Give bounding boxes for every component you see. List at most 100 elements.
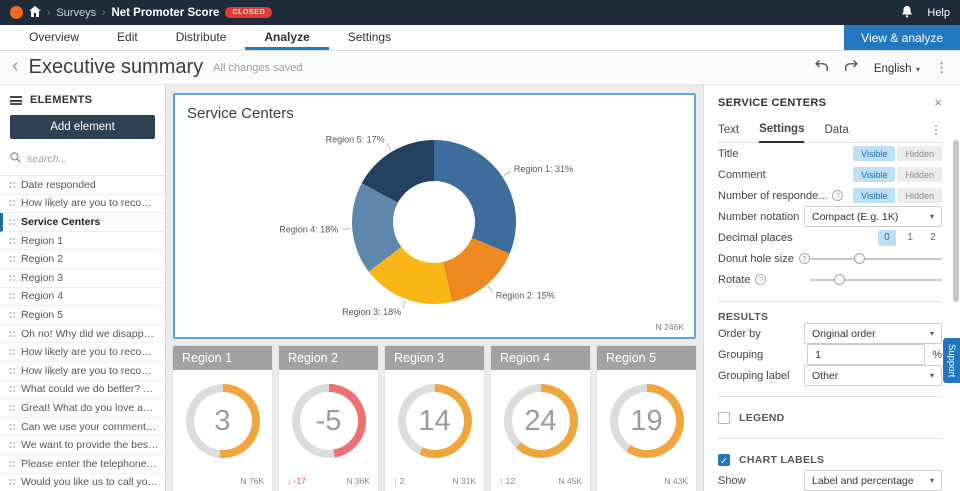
- usabilla-logo-icon[interactable]: [10, 6, 23, 19]
- score-card-region-2[interactable]: Region 2 -5 ↓ -17 N 36K: [279, 346, 378, 491]
- decimal-option-2[interactable]: 2: [924, 230, 942, 246]
- language-selector[interactable]: English ▾: [874, 59, 920, 77]
- drag-handle-icon[interactable]: [8, 477, 15, 488]
- list-item[interactable]: How likely are you to recommen...: [0, 362, 165, 381]
- show-select[interactable]: Label and percentage ▾: [804, 470, 942, 491]
- list-item[interactable]: Would you like us to call you dur...: [0, 474, 165, 491]
- grouping-label-select[interactable]: Other ▾: [804, 365, 942, 386]
- hidden-option[interactable]: Hidden: [897, 188, 942, 203]
- tab-analyze[interactable]: Analyze: [245, 25, 328, 50]
- list-item[interactable]: Region 4: [0, 288, 165, 307]
- drag-handle-icon[interactable]: [8, 347, 15, 358]
- elements-sidebar: ELEMENTS Add element Date responded How …: [0, 85, 166, 491]
- hidden-option[interactable]: Hidden: [897, 167, 942, 182]
- rotate-slider[interactable]: [810, 269, 942, 290]
- chevron-down-icon: ▾: [929, 476, 934, 485]
- hamburger-icon[interactable]: [10, 95, 22, 105]
- scrollbar-thumb[interactable]: [953, 140, 959, 302]
- tab-overview[interactable]: Overview: [10, 25, 98, 50]
- donut-label: Region 3: 18%: [342, 307, 401, 317]
- hidden-option[interactable]: Hidden: [897, 146, 942, 161]
- chart-title: Service Centers: [187, 105, 294, 122]
- drag-handle-icon[interactable]: [8, 291, 15, 302]
- nps-gauge: -5: [291, 384, 366, 458]
- number-notation-select[interactable]: Compact (E.g. 1K) ▾: [804, 206, 942, 227]
- notifications-bell-icon[interactable]: [901, 5, 913, 21]
- decimal-option-0[interactable]: 0: [878, 229, 896, 246]
- home-icon[interactable]: [29, 5, 41, 20]
- back-chevron-icon[interactable]: ‹: [12, 56, 19, 76]
- label-leader-line: [402, 300, 406, 309]
- panel-tab-text[interactable]: Text: [718, 119, 739, 142]
- setting-label: Show: [718, 474, 746, 487]
- score-card-region-4[interactable]: Region 4 24 ↑ 12 N 45K: [491, 346, 590, 491]
- panel-tab-settings[interactable]: Settings: [759, 118, 805, 143]
- drag-handle-icon[interactable]: [8, 402, 15, 413]
- score-card-region-3[interactable]: Region 3 14 ↑ 2 N 31K: [385, 346, 484, 491]
- slider-thumb[interactable]: [834, 274, 846, 285]
- list-item-selected[interactable]: Service Centers: [0, 213, 165, 232]
- tab-distribute[interactable]: Distribute: [157, 25, 246, 50]
- visible-option[interactable]: Visible: [853, 146, 896, 161]
- panel-overflow-menu-icon[interactable]: ⋮: [930, 123, 942, 137]
- drag-handle-icon[interactable]: [8, 328, 15, 339]
- help-tooltip-icon[interactable]: ?: [832, 190, 844, 201]
- grouping-input[interactable]: [807, 344, 926, 365]
- redo-icon[interactable]: [844, 59, 859, 77]
- list-item[interactable]: Please enter the telephone num...: [0, 455, 165, 474]
- donut-segment[interactable]: [434, 140, 516, 254]
- search-input[interactable]: [27, 153, 155, 165]
- visible-option[interactable]: Visible: [853, 167, 896, 182]
- drag-handle-icon[interactable]: [8, 365, 15, 376]
- help-tooltip-icon[interactable]: ?: [755, 274, 767, 285]
- chart-labels-checkbox[interactable]: ✓: [718, 453, 730, 466]
- legend-checkbox[interactable]: [718, 411, 730, 424]
- drag-handle-icon[interactable]: [8, 235, 15, 246]
- drag-handle-icon[interactable]: [8, 198, 15, 209]
- tab-settings[interactable]: Settings: [329, 25, 410, 50]
- drag-handle-icon[interactable]: [8, 254, 15, 265]
- list-item[interactable]: Oh no! Why did we disappoint y...: [0, 325, 165, 344]
- add-element-button[interactable]: Add element: [10, 115, 155, 139]
- donut-hole-slider[interactable]: [810, 248, 942, 269]
- close-icon[interactable]: ×: [934, 95, 942, 110]
- order-by-select[interactable]: Original order ▾: [804, 323, 942, 344]
- list-item[interactable]: We want to provide the best pos...: [0, 436, 165, 455]
- list-item[interactable]: Region 5: [0, 306, 165, 325]
- tab-edit[interactable]: Edit: [98, 25, 157, 50]
- panel-tab-data[interactable]: Data: [824, 119, 848, 142]
- drag-handle-icon[interactable]: [8, 216, 15, 227]
- view-and-analyze-button[interactable]: View & analyze: [844, 25, 960, 50]
- list-item[interactable]: Region 3: [0, 269, 165, 288]
- list-item[interactable]: How likely are you to recommen...: [0, 195, 165, 214]
- breadcrumb-surveys[interactable]: Surveys: [56, 7, 96, 19]
- drag-handle-icon[interactable]: [8, 458, 15, 469]
- support-tab[interactable]: Support: [943, 338, 960, 383]
- list-item[interactable]: Great! What do you love about o...: [0, 399, 165, 418]
- list-item[interactable]: Region 1: [0, 232, 165, 251]
- list-item[interactable]: Can we use your comment as a ...: [0, 418, 165, 437]
- drag-handle-icon[interactable]: [8, 272, 15, 283]
- label-leader-line: [342, 228, 351, 230]
- list-item[interactable]: What could we do better? How ...: [0, 381, 165, 400]
- list-item[interactable]: Date responded: [0, 176, 165, 195]
- undo-icon[interactable]: [814, 59, 829, 77]
- list-item[interactable]: How likely are you to recommen...: [0, 343, 165, 362]
- drag-handle-icon[interactable]: [8, 309, 15, 320]
- visible-option[interactable]: Visible: [853, 188, 896, 203]
- drag-handle-icon[interactable]: [8, 440, 15, 451]
- service-centers-chart-card[interactable]: Service Centers Region 1: 31% Region 2: 1…: [173, 93, 696, 339]
- drag-handle-icon[interactable]: [8, 179, 15, 190]
- report-overflow-menu-icon[interactable]: ⋮: [935, 60, 948, 76]
- score-card-region-5[interactable]: Region 5 19 N 43K: [597, 346, 696, 491]
- decimal-option-1[interactable]: 1: [901, 230, 919, 246]
- drag-handle-icon[interactable]: [8, 421, 15, 432]
- slider-thumb[interactable]: [853, 253, 865, 264]
- score-card-region-1[interactable]: Region 1 3 N 76K: [173, 346, 272, 491]
- decimal-places-segmented: 0 1 2: [878, 229, 942, 246]
- drag-handle-icon[interactable]: [8, 384, 15, 395]
- help-link[interactable]: Help: [927, 7, 950, 19]
- help-tooltip-icon[interactable]: ?: [798, 253, 810, 264]
- setting-label: Number notation: [718, 210, 800, 223]
- list-item[interactable]: Region 2: [0, 250, 165, 269]
